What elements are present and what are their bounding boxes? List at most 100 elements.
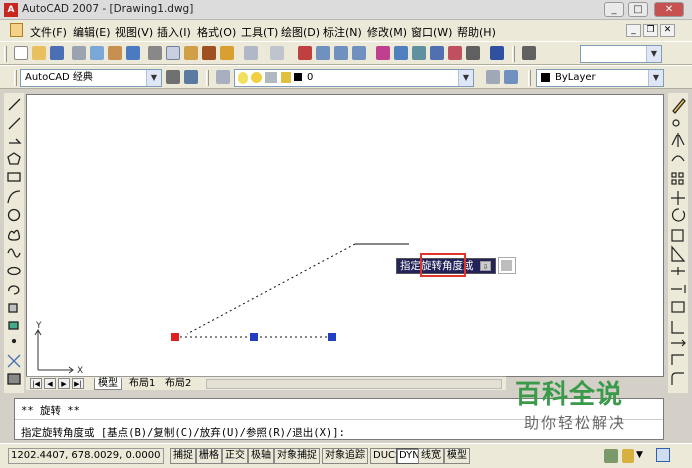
- calculator-icon[interactable]: [466, 46, 480, 60]
- menu-file[interactable]: 文件(F): [30, 24, 67, 40]
- help-icon[interactable]: [490, 46, 504, 60]
- doc-close-button[interactable]: ✕: [660, 24, 675, 37]
- properties-icon[interactable]: [376, 46, 390, 60]
- arc-icon: [7, 190, 21, 204]
- polygon-icon: [7, 152, 21, 165]
- sheet-set-icon[interactable]: [430, 46, 444, 60]
- osnap-toggle[interactable]: 对象捕捉: [274, 448, 320, 464]
- plot-preview-icon[interactable]: [90, 46, 104, 60]
- make-layer-current-icon[interactable]: [486, 70, 500, 84]
- command-prompt[interactable]: 指定旋转角度或 [基点(B)/复制(C)/放弃(U)/参照(R)/退出(X)]:: [21, 425, 345, 440]
- communication-center-icon[interactable]: [604, 449, 618, 463]
- tab-layout1[interactable]: 布局1: [126, 378, 158, 390]
- tab-layout2[interactable]: 布局2: [162, 378, 194, 390]
- horizontal-scrollbar[interactable]: [206, 379, 502, 389]
- doc-minimize-button[interactable]: _: [626, 24, 641, 37]
- match-properties-icon[interactable]: [202, 46, 216, 60]
- model-toggle[interactable]: 模型: [444, 448, 470, 464]
- copy-icon[interactable]: [166, 46, 180, 60]
- new-icon[interactable]: [14, 46, 28, 60]
- menu-view[interactable]: 视图(V): [115, 24, 153, 40]
- grid-toggle[interactable]: 栅格: [196, 448, 222, 464]
- text-style-dropdown[interactable]: ▼: [580, 45, 662, 63]
- grip-start[interactable]: [171, 333, 179, 341]
- zoom-window-icon[interactable]: [334, 46, 348, 60]
- layer-properties-icon[interactable]: [216, 70, 230, 84]
- toolbar-grip[interactable]: [14, 70, 17, 86]
- etransmit-icon[interactable]: [126, 46, 140, 60]
- toolbar-grip[interactable]: [4, 46, 7, 62]
- last-tab-button[interactable]: ▶|: [72, 378, 84, 389]
- cut-icon[interactable]: [148, 46, 162, 60]
- menu-window[interactable]: 窗口(W): [411, 24, 452, 40]
- menu-dimension[interactable]: 标注(N): [323, 24, 362, 40]
- coordinate-readout[interactable]: 1202.4407, 678.0029, 0.0000: [8, 448, 164, 464]
- maximize-button[interactable]: □: [628, 2, 648, 17]
- construction-line-icon: [8, 117, 21, 130]
- document-icon[interactable]: [10, 23, 23, 37]
- toolbar-grip[interactable]: [206, 70, 209, 86]
- tool-palettes-icon[interactable]: [412, 46, 426, 60]
- menu-tools[interactable]: 工具(T): [241, 24, 278, 40]
- paste-icon[interactable]: [184, 46, 198, 60]
- drawing-canvas[interactable]: Y X: [26, 94, 664, 377]
- otrack-toggle[interactable]: 对象追踪: [322, 448, 368, 464]
- extend-icon: [671, 285, 686, 293]
- pan-icon[interactable]: [298, 46, 312, 60]
- rectangle-icon: [7, 172, 21, 182]
- first-tab-button[interactable]: |◀: [30, 378, 42, 389]
- chamfer-icon: [671, 354, 684, 365]
- markup-icon[interactable]: [448, 46, 462, 60]
- toolbar-grip[interactable]: [512, 46, 515, 62]
- zoom-previous-icon[interactable]: [352, 46, 366, 60]
- menu-draw[interactable]: 绘图(D): [281, 24, 320, 40]
- snap-toggle[interactable]: 捕捉: [170, 448, 196, 464]
- minimize-button[interactable]: _: [604, 2, 624, 17]
- workspace-save-icon[interactable]: [184, 70, 198, 84]
- erase-icon: [672, 98, 686, 114]
- trim-icon: [671, 267, 685, 275]
- doc-restore-button[interactable]: ❐: [643, 24, 658, 37]
- menu-help[interactable]: 帮助(H): [457, 24, 496, 40]
- lineweight-toggle[interactable]: 线宽: [418, 448, 444, 464]
- modify-toolbar-icons: [671, 98, 686, 385]
- undo-icon[interactable]: [244, 46, 258, 60]
- standard-toolbar: ▼: [0, 41, 692, 65]
- chevron-down-icon[interactable]: ▼: [636, 450, 643, 460]
- clean-screen-icon[interactable]: [656, 448, 670, 462]
- zoom-realtime-icon[interactable]: [316, 46, 330, 60]
- grip-mid[interactable]: [250, 333, 258, 341]
- lock-icon[interactable]: [622, 449, 634, 463]
- scale-icon: [671, 229, 684, 242]
- layer-previous-icon[interactable]: [504, 70, 518, 84]
- rotate-icon: [671, 208, 686, 222]
- save-icon[interactable]: [50, 46, 64, 60]
- linetype-dropdown[interactable]: ByLayer ▼: [536, 69, 664, 87]
- grip-end[interactable]: [328, 333, 336, 341]
- polar-toggle[interactable]: 极轴: [248, 448, 274, 464]
- tab-model[interactable]: 模型: [94, 378, 122, 390]
- layer-dropdown[interactable]: 0 ▼: [234, 69, 474, 87]
- autocad-app-icon[interactable]: A: [4, 3, 18, 17]
- workspace-dropdown[interactable]: AutoCAD 经典 ▼: [20, 69, 162, 87]
- design-center-icon[interactable]: [394, 46, 408, 60]
- toolbar-grip[interactable]: [528, 70, 531, 86]
- menu-format[interactable]: 格式(O): [197, 24, 236, 40]
- block-editor-icon[interactable]: [220, 46, 234, 60]
- tooltip-options-button[interactable]: ⇩: [480, 261, 491, 271]
- menu-modify[interactable]: 修改(M): [367, 24, 407, 40]
- join-icon: [671, 339, 686, 347]
- menu-insert[interactable]: 插入(I): [157, 24, 191, 40]
- text-style-icon[interactable]: [522, 46, 536, 60]
- workspace-settings-icon[interactable]: [166, 70, 180, 84]
- menu-edit[interactable]: 编辑(E): [73, 24, 111, 40]
- redo-icon[interactable]: [270, 46, 284, 60]
- insert-block-icon: [8, 303, 18, 313]
- publish-icon[interactable]: [108, 46, 122, 60]
- plot-icon[interactable]: [72, 46, 86, 60]
- close-button[interactable]: ✕: [654, 2, 684, 17]
- open-icon[interactable]: [32, 46, 46, 60]
- ortho-toggle[interactable]: 正交: [222, 448, 248, 464]
- previous-tab-button[interactable]: ◀: [44, 378, 56, 389]
- next-tab-button[interactable]: ▶: [58, 378, 70, 389]
